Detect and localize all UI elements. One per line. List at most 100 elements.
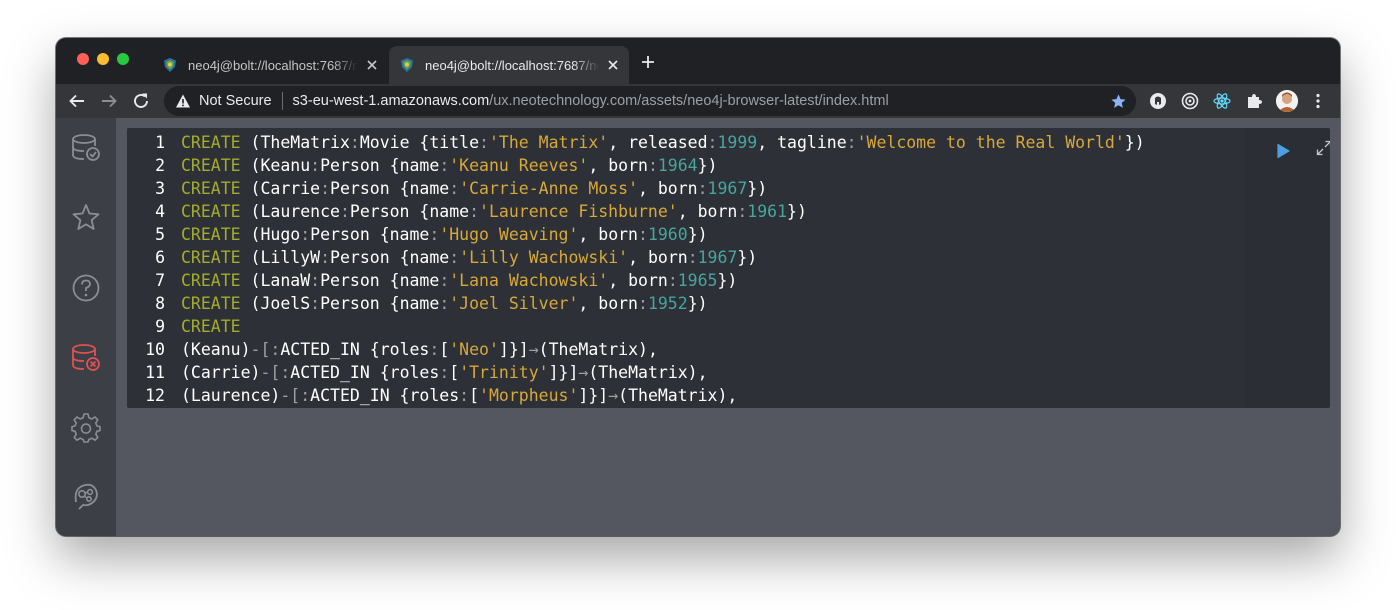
code-token: : [439,363,450,382]
code-token: Person {name [320,294,440,313]
line-number: 8 [155,294,165,313]
code-token: : [697,179,708,198]
keyword-token: CREATE [181,179,241,198]
keyword-token: CREATE [181,133,241,152]
code-token: : [300,386,311,405]
database-disconnected-icon[interactable] [70,342,102,374]
code-area[interactable]: 1 CREATE (TheMatrix:Movie {title:'The Mat… [127,128,1245,408]
address-bar[interactable]: Not Secure s3-eu-west-1.amazonaws.com/ux… [164,86,1136,116]
code-token: : [339,202,350,221]
tab-close-icon[interactable] [364,57,380,73]
profile-avatar[interactable] [1276,90,1298,112]
code-line[interactable]: 2 CREATE (Keanu:Person {name:'Keanu Reeve… [127,154,1145,177]
line-number: 7 [155,271,165,290]
new-tab-plus-icon[interactable] [640,54,656,70]
number-token: 1960 [647,225,688,244]
code-token: (JoelS [240,294,311,313]
code-line[interactable]: 5 CREATE (Hugo:Person {name:'Hugo Weaving… [127,223,1145,246]
star-icon[interactable] [70,202,102,234]
expand-icon[interactable] [1315,139,1330,157]
code-token: (Carrie [240,179,321,198]
code-token: , born [608,271,668,290]
code-line[interactable]: 8 CREATE (JoelS:Person {name:'Joel Silver… [127,292,1145,315]
code-token: , born [578,294,638,313]
number-token: 1964 [657,156,698,175]
code-token: (Laurence) [181,386,281,405]
code-token: : [310,294,321,313]
window-zoom-button[interactable] [117,53,129,65]
line-number: 12 [145,386,165,405]
window-minimize-button[interactable] [97,53,109,65]
code-token: → [528,340,539,359]
code-token: [ [449,363,460,382]
bookmark-star-icon[interactable] [1110,93,1127,110]
code-token: , born [588,156,648,175]
react-icon[interactable] [1213,92,1231,110]
code-line[interactable]: 7 CREATE (LanaW:Person {name:'Lana Wachow… [127,269,1145,292]
code-line[interactable]: 10 (Keanu)-[:ACTED_IN {roles:['Neo']}]→(T… [127,338,1145,361]
code-token: , born [677,202,738,221]
code-token: Person {name [320,271,440,290]
code-token: (TheMatrix), [588,363,708,382]
code-line[interactable]: 6 CREATE (LillyW:Person {name:'Lilly Wach… [127,246,1145,269]
not-secure-label[interactable]: Not Secure [199,93,272,109]
window-close-button[interactable] [77,53,89,65]
code-token: [ [469,386,480,405]
code-token: , born [578,225,638,244]
code-token: : [429,340,440,359]
forward-arrow-icon[interactable] [100,92,118,110]
code-line[interactable]: 11 (Carrie)-[:ACTED_IN {roles:['Trinity']… [127,361,1145,384]
code-token: }) [717,271,738,290]
database-icon[interactable] [70,132,102,164]
code-token: }) [687,294,708,313]
code-line[interactable]: 9 CREATE [127,315,1145,338]
code-token: , tagline [757,133,847,152]
code-token: : [647,156,658,175]
password-manager-icon[interactable] [1149,92,1167,110]
neo4j-logo-icon[interactable] [70,480,102,512]
code-token: }) [747,179,768,198]
cypher-editor[interactable]: 1 CREATE (TheMatrix:Movie {title:'The Mat… [127,128,1330,408]
code-token: : [270,340,281,359]
string-token: 'Lana Wachowski' [449,271,609,290]
puzzle-icon[interactable] [1245,92,1263,110]
browser-toolbar: Not Secure s3-eu-west-1.amazonaws.com/ux… [56,84,1340,118]
tab-title: neo4j@bolt://localhost:7687/neo4j [188,57,358,73]
back-arrow-icon[interactable] [68,92,86,110]
code-token: (Laurence [240,202,340,221]
warning-triangle-icon[interactable] [175,93,191,109]
string-token: 'Keanu Reeves' [449,156,589,175]
code-token: : [469,202,480,221]
number-token: 1965 [677,271,718,290]
keyword-token: CREATE [181,202,241,221]
main-content: 1 CREATE (TheMatrix:Movie {title:'The Mat… [116,118,1340,536]
code-line[interactable]: 1 CREATE (TheMatrix:Movie {title:'The Mat… [127,131,1145,154]
browser-tab-2[interactable]: neo4j@bolt://localhost:7687/neo4j [389,46,629,84]
code-token: , born [628,248,688,267]
code-token: (Keanu [240,156,311,175]
code-token: ]}] [498,340,529,359]
more-menu-icon[interactable] [1309,92,1327,110]
editor-actions [1245,128,1330,408]
code-token: : [439,156,450,175]
keyword-token: CREATE [181,248,241,267]
code-token: ]}] [578,386,609,405]
neo4j-favicon-icon [401,58,413,72]
run-icon[interactable] [1274,142,1292,160]
target-icon[interactable] [1181,92,1199,110]
code-line[interactable]: 4 CREATE (Laurence:Person {name:'Laurence… [127,200,1145,223]
code-token: : [737,202,748,221]
reload-icon[interactable] [132,92,150,110]
tab-close-icon[interactable] [605,57,621,73]
line-number: 1 [155,133,165,152]
avatar-icon [1276,90,1298,112]
browser-window: neo4j@bolt://localhost:7687/neo4j neo4j@… [56,38,1340,536]
code-token: (Carrie) [181,363,261,382]
code-line[interactable]: 12 (Laurence)-[:ACTED_IN {roles:['Morpheu… [127,384,1145,407]
gear-icon[interactable] [70,412,102,444]
help-icon[interactable] [70,272,102,304]
code-line[interactable]: 3 CREATE (Carrie:Person {name:'Carrie-Ann… [127,177,1145,200]
string-token: 'Joel Silver' [449,294,579,313]
line-number: 10 [145,340,165,359]
browser-tab-1[interactable]: neo4j@bolt://localhost:7687/neo4j [152,46,388,84]
